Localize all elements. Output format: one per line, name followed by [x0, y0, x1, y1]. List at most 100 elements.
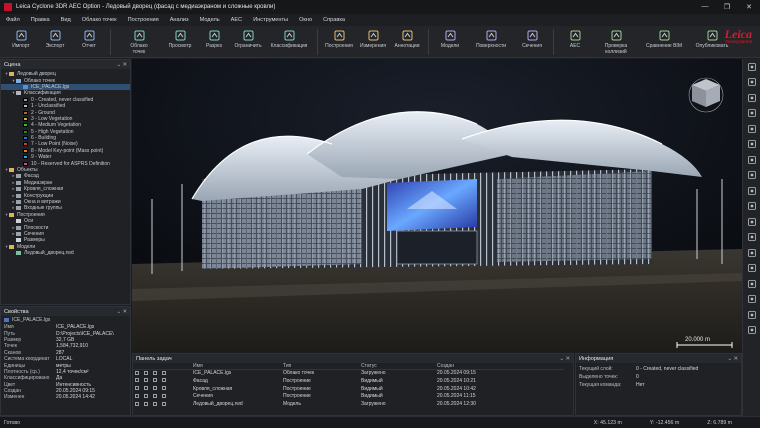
- task-column-header[interactable]: Тип: [281, 363, 359, 370]
- maximize-button[interactable]: ❐: [716, 3, 738, 11]
- checkbox-icon[interactable]: [144, 401, 148, 406]
- bim-button[interactable]: Сравнение BIM: [640, 26, 688, 57]
- tree-item[interactable]: Ледовый_дворец.rwd: [1, 250, 130, 256]
- task-cell-created: 20.05.2024 12:30: [437, 401, 476, 408]
- checkbox-icon[interactable]: [135, 378, 139, 383]
- measure-icon[interactable]: [743, 230, 760, 246]
- checkbox-icon[interactable]: [162, 394, 166, 399]
- menu-item[interactable]: Модель: [200, 17, 220, 23]
- class-color-swatch: [23, 110, 28, 115]
- zoom-window-icon[interactable]: [743, 90, 760, 106]
- section-button[interactable]: Разрез: [197, 26, 231, 57]
- checkbox-icon[interactable]: [135, 394, 139, 399]
- panel-pin-icon[interactable]: ⌄ ✕: [116, 62, 127, 68]
- menu-item[interactable]: Инструменты: [253, 17, 288, 23]
- render-icon[interactable]: [743, 292, 760, 308]
- task-column-header[interactable]: Имя: [191, 363, 281, 370]
- checkbox-icon[interactable]: [135, 370, 139, 375]
- task-row-checks[interactable]: [133, 401, 191, 409]
- screenshot-icon[interactable]: [743, 245, 760, 261]
- view-front-icon[interactable]: [743, 152, 760, 168]
- clip-box-icon[interactable]: [743, 199, 760, 215]
- task-row-checks[interactable]: [133, 370, 191, 378]
- surface-button[interactable]: Поверхности: [467, 26, 515, 57]
- menu-item[interactable]: Анализ: [170, 17, 189, 23]
- zoom-fit-icon[interactable]: [743, 75, 760, 91]
- checkbox-icon[interactable]: [162, 370, 166, 375]
- sections-button[interactable]: Сечения: [515, 26, 549, 57]
- checkbox-icon[interactable]: [153, 401, 157, 406]
- point-cloud-view[interactable]: 20.000 m: [132, 59, 742, 352]
- checkbox-icon[interactable]: [135, 386, 139, 391]
- checkbox-icon[interactable]: [153, 394, 157, 399]
- task-cell-created: 20.05.2024 09:15: [437, 370, 476, 376]
- task-column-header[interactable]: [530, 363, 564, 370]
- classify-button[interactable]: Классификация: [265, 26, 313, 57]
- view-side-icon[interactable]: [743, 168, 760, 184]
- rotate-icon[interactable]: [743, 106, 760, 122]
- checkbox-icon[interactable]: [144, 370, 148, 375]
- panel-pin-icon[interactable]: ⌄ ✕: [727, 356, 738, 362]
- view-iso-icon[interactable]: [743, 183, 760, 199]
- menu-item[interactable]: Окно: [299, 17, 312, 23]
- tree-item-label: Размеры: [24, 237, 45, 244]
- menu-item[interactable]: Файл: [6, 17, 20, 23]
- left-wing: [202, 189, 362, 269]
- task-column-header[interactable]: Статус: [359, 363, 435, 370]
- viewer-button[interactable]: Просмотр: [163, 26, 197, 57]
- measure-button[interactable]: Измерения: [356, 26, 390, 57]
- light-icon[interactable]: [743, 261, 760, 277]
- 3d-viewport[interactable]: 20.000 m: [132, 59, 742, 352]
- task-row-checks[interactable]: [133, 393, 191, 401]
- annot-button[interactable]: Аннотации: [390, 26, 424, 57]
- point-size-icon[interactable]: [743, 276, 760, 292]
- menu-item[interactable]: AEC: [231, 17, 243, 23]
- import-button[interactable]: Импорт: [4, 26, 38, 57]
- menu-item[interactable]: Правка: [31, 17, 50, 23]
- tree-item-label: 10 - Reserved for ASPRS Definition: [31, 160, 110, 167]
- build-button[interactable]: Построения: [322, 26, 356, 57]
- view-top-icon[interactable]: [743, 137, 760, 153]
- menu-item[interactable]: Облако точек: [82, 17, 117, 23]
- close-button[interactable]: ✕: [738, 3, 760, 11]
- checkbox-icon[interactable]: [144, 386, 148, 391]
- checkbox-icon[interactable]: [153, 378, 157, 383]
- panel-pin-icon[interactable]: ⌄ ✕: [559, 356, 570, 362]
- task-row-checks[interactable]: [133, 378, 191, 386]
- orientation-cube[interactable]: [688, 77, 724, 113]
- clash-button[interactable]: Проверка коллизий: [592, 26, 640, 57]
- checkbox-icon[interactable]: [144, 378, 148, 383]
- scene-panel-title: Сцена: [4, 61, 21, 68]
- pan-icon[interactable]: [743, 121, 760, 137]
- home-view-icon[interactable]: [743, 59, 760, 75]
- checkbox-icon[interactable]: [162, 386, 166, 391]
- cloud-button[interactable]: Облако точек: [115, 26, 163, 57]
- task-column-header[interactable]: [133, 363, 191, 370]
- panel-pin-icon[interactable]: ⌄ ✕: [116, 309, 127, 315]
- model-button[interactable]: Модели: [433, 26, 467, 57]
- checkbox-icon[interactable]: [153, 386, 157, 391]
- menu-item[interactable]: Построения: [128, 17, 159, 23]
- aec-button[interactable]: AEC: [558, 26, 592, 57]
- section-plane-icon[interactable]: [743, 214, 760, 230]
- checkbox-icon[interactable]: [162, 401, 166, 406]
- menu-item[interactable]: Справка: [323, 17, 345, 23]
- report-button[interactable]: Отчет: [72, 26, 106, 57]
- checkbox-icon[interactable]: [153, 370, 157, 375]
- chevron-down-icon[interactable]: [743, 323, 760, 339]
- minimize-button[interactable]: —: [694, 3, 716, 11]
- checkbox-icon[interactable]: [162, 378, 166, 383]
- task-column-header[interactable]: Создан: [435, 363, 530, 370]
- limit-button[interactable]: Ограничить: [231, 26, 265, 57]
- export-button[interactable]: Экспорт: [38, 26, 72, 57]
- model-label: Модели: [440, 43, 460, 49]
- menu-item[interactable]: Вид: [61, 17, 71, 23]
- checkbox-icon[interactable]: [135, 401, 139, 406]
- tree-item-label: Плоскости: [24, 224, 49, 231]
- settings-icon[interactable]: [743, 307, 760, 323]
- info-panel: Информация ⌄ ✕ Текущий слой: 0 - Created,…: [575, 353, 742, 416]
- checkbox-icon[interactable]: [144, 394, 148, 399]
- properties-panel-title: Свойства: [4, 308, 29, 315]
- task-row-checks[interactable]: [133, 386, 191, 394]
- info-value: 0: [636, 374, 639, 380]
